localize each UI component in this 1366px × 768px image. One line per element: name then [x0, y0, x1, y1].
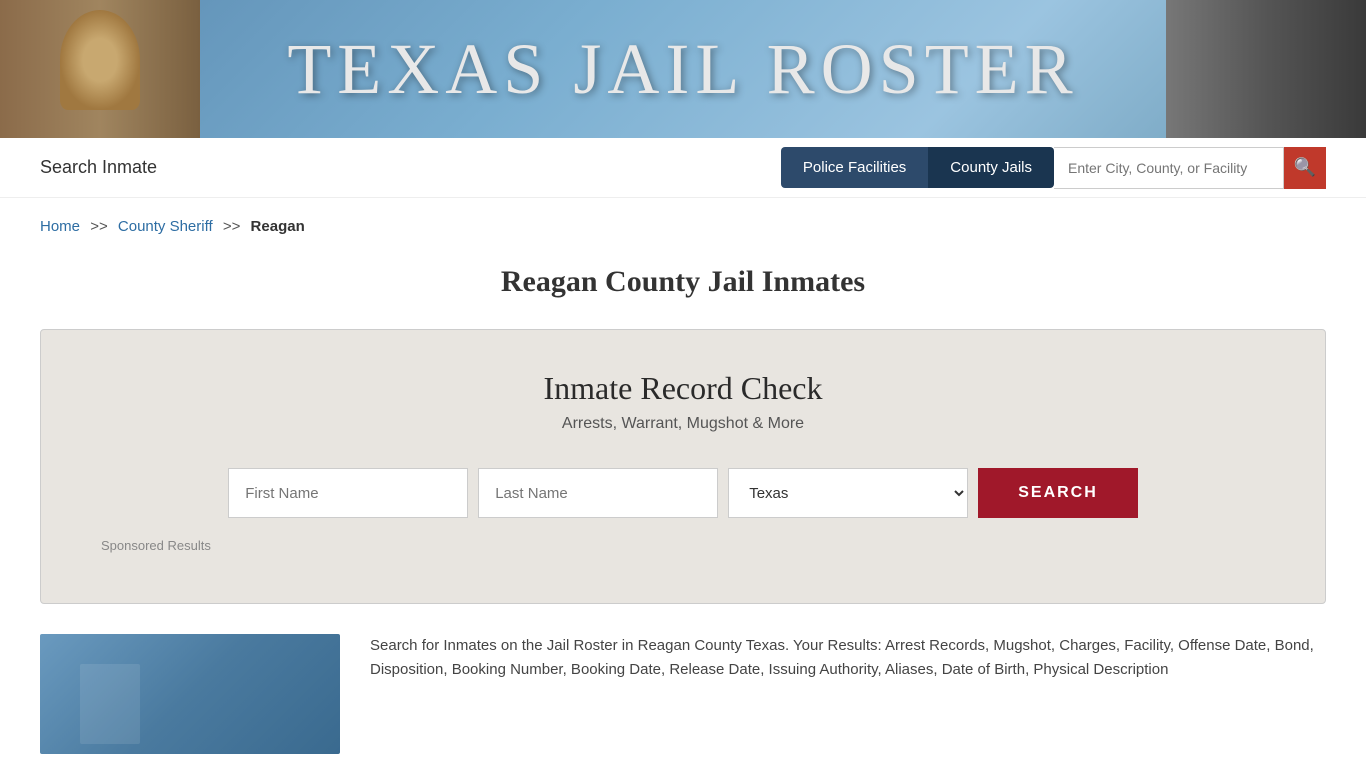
record-check-form: Texas Alabama Alaska Arizona Arkansas Ca… [101, 468, 1265, 518]
state-select[interactable]: Texas Alabama Alaska Arizona Arkansas Ca… [728, 468, 968, 518]
breadcrumb-home[interactable]: Home [40, 218, 80, 235]
site-title: Texas Jail Roster [287, 28, 1078, 111]
last-name-input[interactable] [478, 468, 718, 518]
bottom-description: Search for Inmates on the Jail Roster in… [370, 634, 1326, 682]
breadcrumb: Home >> County Sheriff >> Reagan [0, 198, 1366, 245]
breadcrumb-current: Reagan [251, 218, 305, 235]
record-check-box: Inmate Record Check Arrests, Warrant, Mu… [40, 329, 1326, 604]
record-check-subtitle: Arrests, Warrant, Mugshot & More [101, 415, 1265, 433]
banner-right-image [1166, 0, 1366, 138]
record-check-title: Inmate Record Check [101, 370, 1265, 407]
police-facilities-button[interactable]: Police Facilities [781, 147, 928, 188]
banner-left-image [0, 0, 200, 138]
breadcrumb-county-sheriff[interactable]: County Sheriff [118, 218, 213, 235]
nav-bar: Search Inmate Police Facilities County J… [0, 138, 1366, 198]
record-search-button[interactable]: SEARCH [978, 468, 1138, 518]
first-name-input[interactable] [228, 468, 468, 518]
nav-search-label: Search Inmate [40, 157, 781, 178]
county-jails-button[interactable]: County Jails [928, 147, 1054, 188]
breadcrumb-sep-1: >> [90, 218, 108, 235]
search-icon: 🔍 [1294, 157, 1316, 178]
nav-right: Police Facilities County Jails 🔍 [781, 147, 1326, 189]
bottom-section: Search for Inmates on the Jail Roster in… [40, 634, 1326, 754]
page-title: Reagan County Jail Inmates [0, 265, 1366, 299]
breadcrumb-sep-2: >> [223, 218, 241, 235]
header-banner: Texas Jail Roster [0, 0, 1366, 138]
facility-search-button[interactable]: 🔍 [1284, 147, 1326, 189]
facility-search-input[interactable] [1054, 147, 1284, 189]
sponsored-results-label: Sponsored Results [101, 538, 1265, 553]
bottom-image [40, 634, 340, 754]
